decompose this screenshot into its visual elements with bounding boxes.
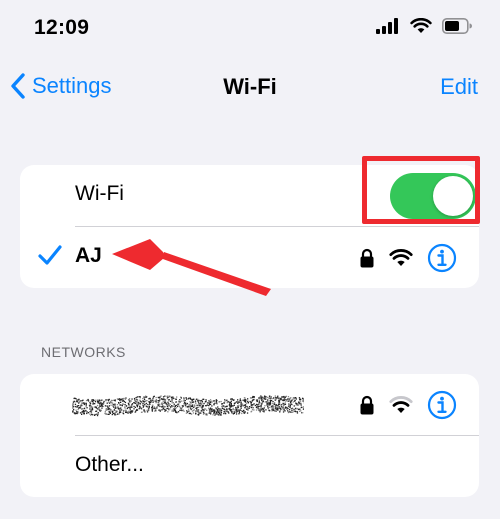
- network-row[interactable]: [20, 374, 479, 435]
- connected-network-icons: [359, 227, 457, 288]
- annotation-highlight-box: [362, 156, 480, 224]
- wifi-signal-full-icon: [389, 248, 413, 266]
- info-icon[interactable]: [427, 390, 457, 420]
- status-time: 12:09: [34, 16, 90, 39]
- wifi-signal-medium-icon: [389, 395, 413, 413]
- other-network-row[interactable]: Other...: [20, 436, 479, 497]
- page-title: Wi-Fi: [223, 74, 277, 99]
- battery-icon: [442, 18, 472, 34]
- obscured-network-name: [72, 395, 304, 417]
- lock-icon: [360, 248, 374, 267]
- wifi-status-icon: [410, 18, 432, 33]
- networks-card: Other...: [20, 374, 479, 497]
- network-row-icons: [359, 374, 457, 435]
- other-network-label: Other...: [75, 453, 144, 476]
- connected-network-row[interactable]: AJ: [20, 227, 479, 288]
- networks-section-header: NETWORKS: [41, 344, 126, 360]
- cellular-signal-icon: [376, 18, 398, 34]
- edit-button[interactable]: Edit: [440, 74, 478, 100]
- lock-icon: [360, 395, 374, 414]
- connected-network-name: AJ: [75, 244, 102, 267]
- status-icons: [376, 18, 472, 34]
- checkmark-icon: [38, 245, 62, 265]
- wifi-toggle-label: Wi-Fi: [75, 182, 124, 205]
- info-icon[interactable]: [427, 243, 457, 273]
